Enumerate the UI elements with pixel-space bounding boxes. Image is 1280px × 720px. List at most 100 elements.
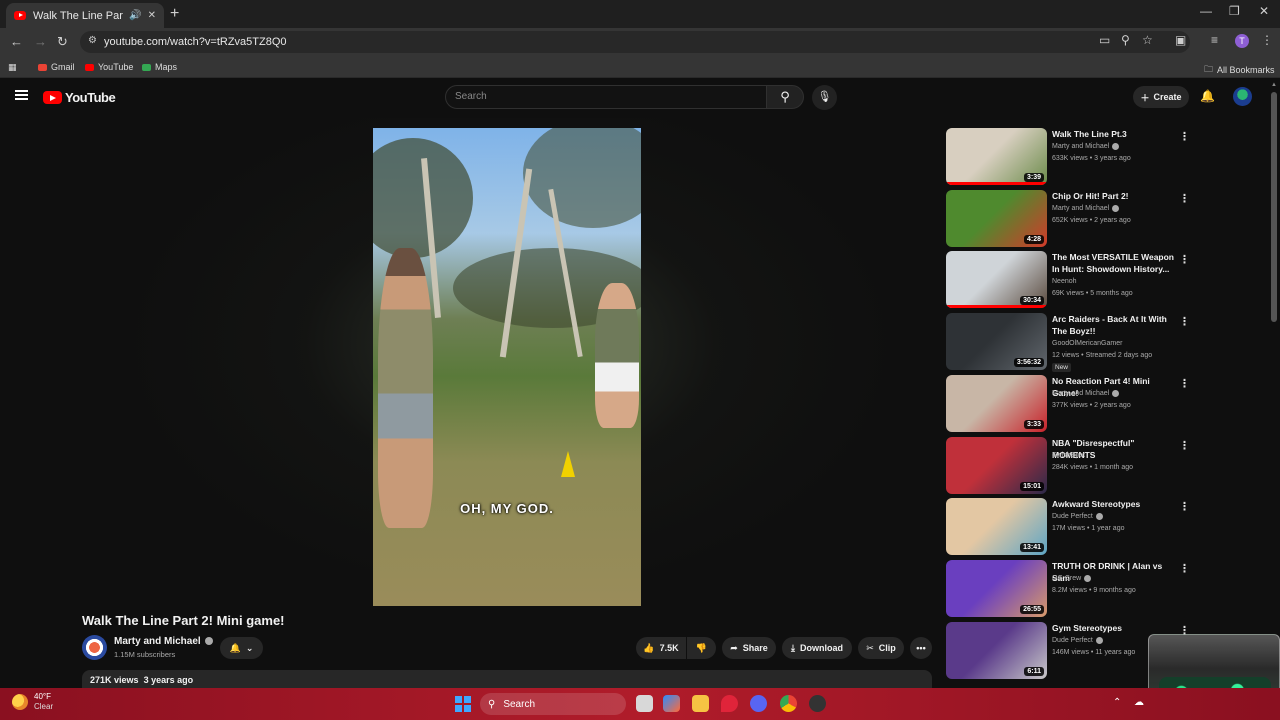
more-options-icon[interactable]: ⋮ — [1179, 562, 1190, 575]
video-thumbnail[interactable]: 3:56:32 — [946, 313, 1047, 370]
create-button[interactable]: ＋ Create — [1133, 86, 1189, 108]
more-options-icon[interactable]: ⋮ — [1179, 192, 1190, 205]
zoom-icon[interactable]: ⚲ — [1121, 33, 1130, 47]
cast-icon[interactable]: ▭ — [1099, 33, 1110, 47]
all-bookmarks[interactable]: 🗀 All Bookmarks — [1204, 62, 1275, 78]
recommendation-channel[interactable]: OG Crew — [1052, 573, 1092, 584]
recommendation-title[interactable]: Arc Raiders - Back At It With The Boyz!! — [1052, 313, 1176, 337]
search-button[interactable]: ⚲ — [766, 85, 804, 109]
recommendation-channel[interactable]: Dude Perfect — [1052, 511, 1103, 522]
recommendation-channel[interactable]: Neenoh — [1052, 276, 1077, 287]
recommendation-item[interactable]: 13:41 Awkward Stereotypes Dude Perfect 17M … — [946, 498, 1196, 556]
dislike-button[interactable]: 👎 — [687, 637, 716, 659]
close-window-icon[interactable]: ✕ — [1259, 4, 1269, 18]
recommendation-item[interactable]: 4:28 Chip Or Hit! Part 2! Marty and Michae… — [946, 190, 1196, 248]
more-options-icon[interactable]: ⋮ — [1179, 439, 1190, 452]
more-options-icon[interactable]: ⋮ — [1179, 500, 1190, 513]
discord-icon[interactable] — [750, 695, 767, 712]
scroll-up-arrow-icon[interactable]: ▲ — [1271, 82, 1277, 88]
recommendation-channel[interactable]: SwishSpot — [1052, 450, 1085, 461]
restore-icon[interactable]: ❐ — [1229, 4, 1240, 18]
video-thumbnail[interactable]: 3:39 — [946, 128, 1047, 185]
recommendation-item[interactable]: 3:56:32 Arc Raiders - Back At It With The… — [946, 313, 1196, 372]
recommendation-item[interactable]: 30:34 The Most VERSATILE Weapon In Hunt: … — [946, 251, 1196, 309]
download-button[interactable]: ⤓ Download — [782, 637, 852, 659]
user-avatar[interactable] — [1233, 87, 1252, 106]
browser-profile-avatar[interactable]: T — [1235, 34, 1249, 48]
browser-tab[interactable]: Walk The Line Part 2! Mini g 🔊 ✕ — [6, 3, 164, 28]
tab-search-icon[interactable]: ▣ — [1175, 33, 1186, 47]
chrome-icon[interactable] — [780, 695, 797, 712]
start-button[interactable] — [455, 696, 471, 712]
bookmark-gmail[interactable]: Gmail — [38, 62, 75, 72]
bookmark-star-icon[interactable]: ☆ — [1142, 33, 1153, 47]
more-actions-button[interactable]: ••• — [910, 637, 932, 659]
more-options-icon[interactable]: ⋮ — [1179, 315, 1190, 328]
file-explorer-icon[interactable] — [692, 695, 709, 712]
notifications-bell-icon[interactable]: 🔔 — [1200, 89, 1215, 103]
subscription-bell-button[interactable]: 🔔 ⌄ — [220, 637, 263, 659]
close-tab-icon[interactable]: ✕ — [148, 10, 156, 21]
recommendation-channel[interactable]: GoodOlMericanGamer — [1052, 338, 1122, 349]
recommendation-item[interactable]: 3:39 Walk The Line Pt.3 Marty and Michael 6… — [946, 128, 1196, 186]
copilot-icon[interactable] — [663, 695, 680, 712]
forward-icon[interactable]: → — [34, 34, 47, 49]
task-view-icon[interactable] — [636, 695, 653, 712]
speaker-icon[interactable]: 🔊 — [129, 10, 141, 21]
recommendation-title[interactable]: Awkward Stereotypes — [1052, 498, 1176, 510]
recommendation-item[interactable]: 15:01 NBA "Disrespectful" MOMENTS SwishSpo… — [946, 437, 1196, 495]
video-thumbnail[interactable]: 13:41 — [946, 498, 1047, 555]
video-thumbnail[interactable]: 6:11 — [946, 622, 1047, 679]
video-thumbnail[interactable]: 4:28 — [946, 190, 1047, 247]
weather-widget[interactable]: 40°F Clear — [12, 692, 53, 712]
more-options-icon[interactable]: ⋮ — [1179, 253, 1190, 266]
verified-icon — [1084, 574, 1092, 582]
video-thumbnail[interactable]: 26:55 — [946, 560, 1047, 617]
recommendation-item[interactable]: 3:33 No Reaction Part 4! Mini Game! Marty … — [946, 375, 1196, 433]
site-info-icon[interactable]: ⚙ — [88, 35, 97, 46]
channel-name[interactable]: Marty and Michael — [114, 636, 213, 647]
voice-search-button[interactable]: 🎙 — [812, 85, 837, 110]
recommendation-meta: 17M views • 1 year ago — [1052, 525, 1125, 532]
share-button[interactable]: ➦ Share — [722, 637, 776, 659]
video-thumbnail[interactable]: 30:34 — [946, 251, 1047, 308]
like-button[interactable]: 👍 7.5K — [636, 637, 686, 659]
recommendation-title[interactable]: Chip Or Hit! Part 2! — [1052, 190, 1176, 202]
bookmark-youtube[interactable]: YouTube — [85, 62, 133, 72]
recommendation-channel[interactable]: Marty and Michael — [1052, 141, 1120, 152]
recommendation-title[interactable]: Gym Stereotypes — [1052, 622, 1176, 634]
video-player[interactable]: OH, MY GOD. — [373, 128, 641, 606]
video-thumbnail[interactable]: 15:01 — [946, 437, 1047, 494]
clip-button[interactable]: ✂ Clip — [858, 637, 904, 659]
browser-menu-icon[interactable]: ⋮ — [1261, 33, 1273, 47]
apps-grid-icon[interactable]: ▦ — [8, 62, 17, 73]
cloud-icon[interactable]: ☁ — [1134, 697, 1144, 708]
new-tab-icon[interactable]: + — [170, 5, 179, 23]
youtube-logo[interactable]: YouTube — [43, 90, 116, 105]
maps-icon — [142, 63, 151, 71]
more-options-icon[interactable]: ⋮ — [1179, 130, 1190, 143]
app-icon[interactable] — [809, 695, 826, 712]
media-control-icon[interactable]: ≡ — [1211, 33, 1218, 47]
recommendation-channel[interactable]: Dude Perfect — [1052, 635, 1103, 646]
video-title: Walk The Line Part 2! Mini game! — [82, 613, 285, 628]
maps-pin-icon[interactable] — [721, 695, 738, 712]
channel-avatar[interactable] — [82, 635, 107, 660]
video-thumbnail[interactable]: 3:33 — [946, 375, 1047, 432]
address-bar[interactable]: ⚙ youtube.com/watch?v=tRZva5TZ8Q0 — [80, 31, 1190, 53]
recommendation-item[interactable]: 26:55 TRUTH OR DRINK | Alan vs Sam OG Crew… — [946, 560, 1196, 618]
search-input[interactable]: Search — [445, 85, 767, 109]
hamburger-menu-icon[interactable] — [15, 90, 28, 100]
tray-expand-icon[interactable]: ⌃ — [1113, 697, 1121, 708]
recommendation-channel[interactable]: Marty and Michael — [1052, 388, 1120, 399]
page-scrollbar[interactable] — [1271, 92, 1277, 322]
recommendation-title[interactable]: Walk The Line Pt.3 — [1052, 128, 1176, 140]
recommendation-channel[interactable]: Marty and Michael — [1052, 203, 1120, 214]
more-options-icon[interactable]: ⋮ — [1179, 377, 1190, 390]
reload-icon[interactable]: ↻ — [57, 34, 68, 50]
back-icon[interactable]: ← — [10, 34, 23, 49]
minimize-icon[interactable]: — — [1200, 4, 1212, 18]
bookmark-maps[interactable]: Maps — [142, 62, 177, 72]
recommendation-title[interactable]: The Most VERSATILE Weapon In Hunt: Showd… — [1052, 251, 1176, 275]
taskbar-search[interactable]: ⚲ Search — [480, 693, 626, 715]
